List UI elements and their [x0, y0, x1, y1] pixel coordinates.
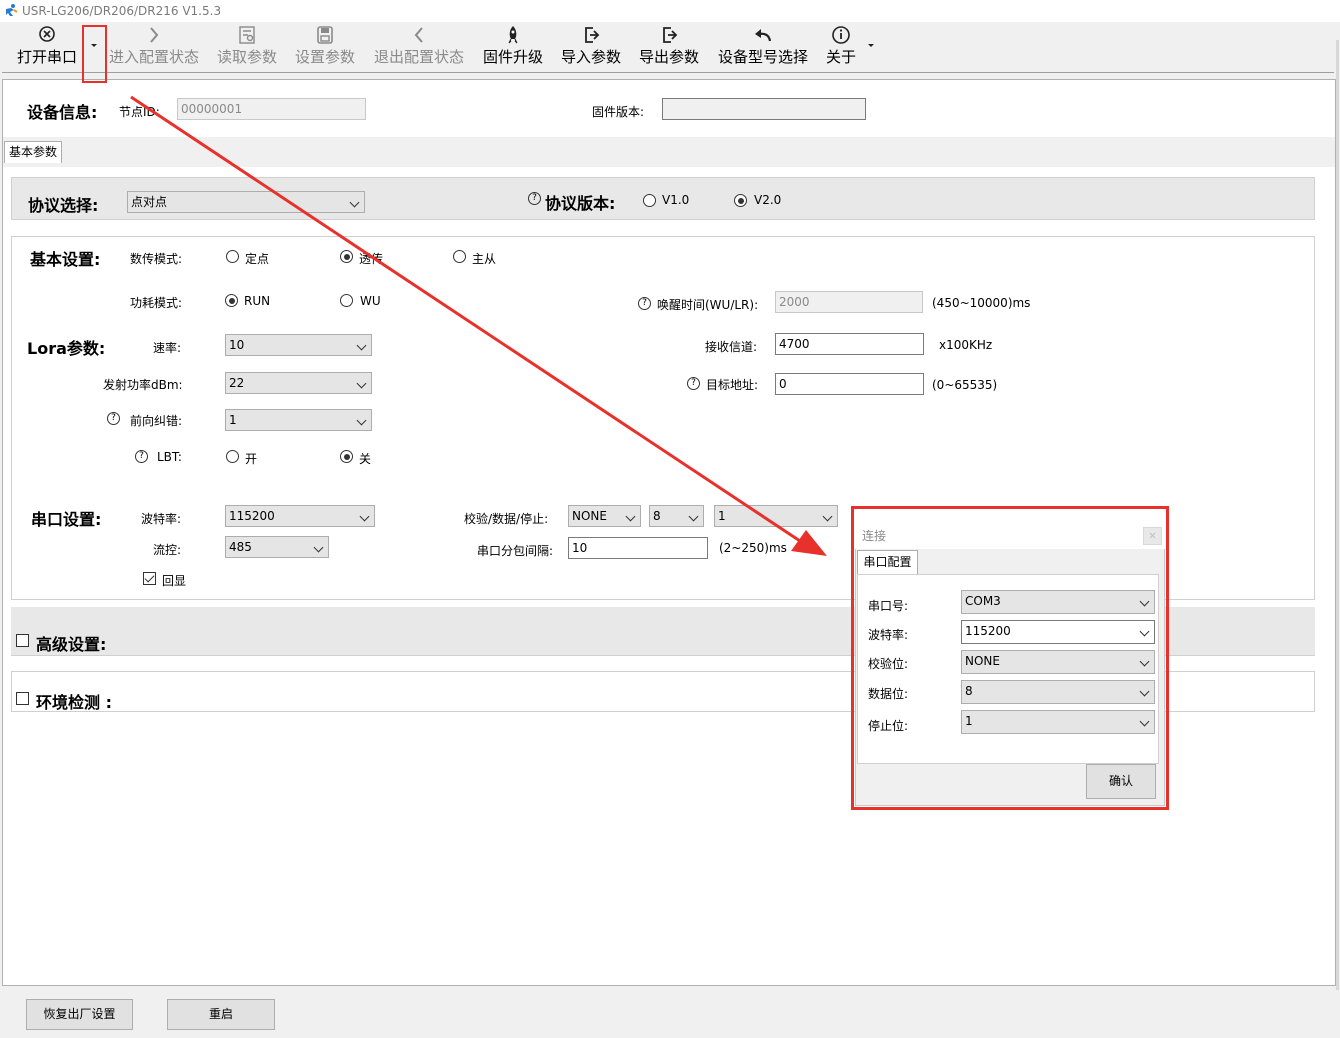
- scrollbar[interactable]: [1336, 40, 1339, 990]
- annotation-arrow: [130, 95, 827, 556]
